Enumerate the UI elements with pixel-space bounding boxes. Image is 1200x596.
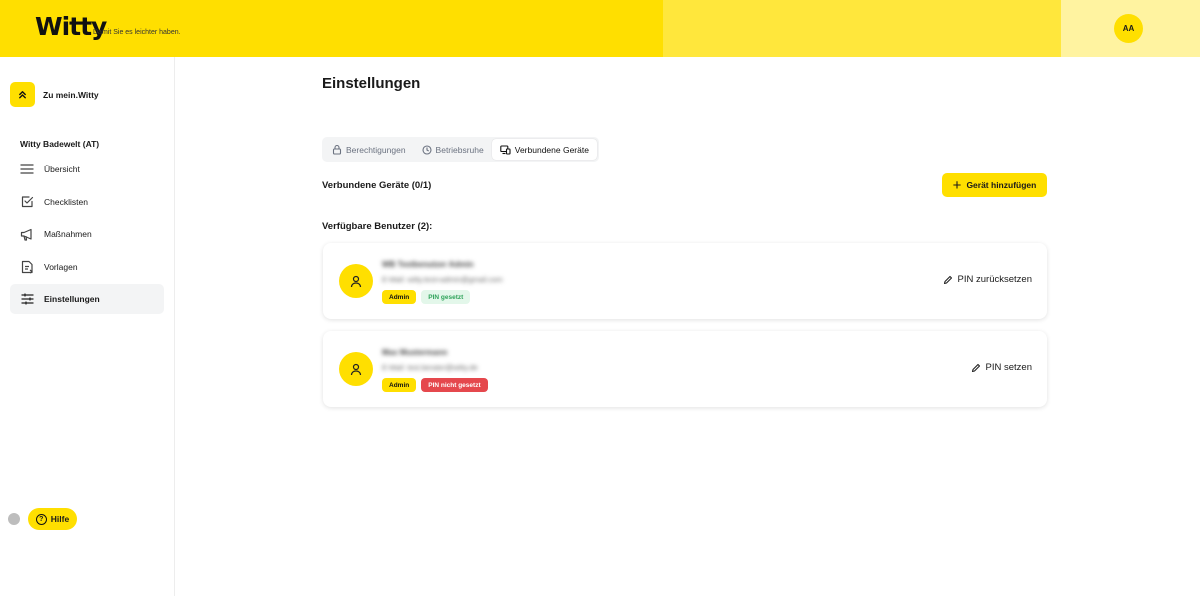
add-device-label: Gerät hinzufügen bbox=[966, 180, 1037, 190]
user-badges: Admin PIN gesetzt bbox=[382, 290, 475, 304]
help-label: Hilfe bbox=[50, 514, 70, 524]
user-name: Max Mustermann bbox=[382, 348, 448, 357]
pencil-icon bbox=[943, 275, 952, 284]
sidebar-item-uebersicht[interactable]: Übersicht bbox=[10, 154, 164, 184]
tab-label: Betriebsruhe bbox=[435, 144, 484, 155]
sidebar-item-label: Übersicht bbox=[44, 164, 80, 174]
sidebar-item-label: Einstellungen bbox=[44, 294, 100, 304]
connected-devices-title: Verbundene Geräte (0/1) bbox=[322, 180, 432, 191]
pencil-icon bbox=[971, 363, 980, 372]
tab-verbundene-geraete[interactable]: Verbundene Geräte bbox=[491, 139, 597, 160]
megaphone-icon bbox=[20, 227, 34, 241]
plus-icon: + bbox=[952, 176, 962, 194]
pin-status-badge: PIN gesetzt bbox=[421, 290, 471, 304]
reset-pin-button[interactable]: PIN zurücksetzen bbox=[943, 274, 1032, 285]
sidebar-item-checklisten[interactable]: Checklisten bbox=[10, 187, 164, 217]
user-name: WB Testbenutzer Admin bbox=[382, 260, 474, 269]
user-avatar-icon bbox=[339, 352, 373, 386]
user-email: E-Mail: test.berater@witty.de bbox=[382, 363, 478, 372]
tab-berechtigungen[interactable]: Berechtigungen bbox=[324, 139, 414, 160]
sidebar-item-label: Checklisten bbox=[44, 196, 88, 207]
action-label: PIN zurücksetzen bbox=[957, 274, 1032, 285]
tab-label: Berechtigungen bbox=[346, 144, 406, 155]
action-label: PIN setzen bbox=[985, 362, 1032, 373]
role-badge: Admin bbox=[382, 290, 417, 304]
template-icon bbox=[20, 260, 34, 274]
sidebar-item-label: Vorlagen bbox=[44, 261, 78, 272]
clock-icon bbox=[421, 144, 432, 155]
settings-gear-icon[interactable] bbox=[8, 513, 20, 525]
tab-betriebsruhe[interactable]: Betriebsruhe bbox=[414, 139, 492, 160]
pin-status-badge: PIN nicht gesetzt bbox=[421, 378, 488, 392]
chevrons-up-icon bbox=[10, 82, 35, 107]
sidebar-nav: Übersicht Checklisten Maßnahmen Vorlagen… bbox=[10, 154, 164, 317]
help-button[interactable]: ? Hilfe bbox=[28, 508, 77, 530]
sidebar-item-massnahmen[interactable]: Maßnahmen bbox=[10, 219, 164, 249]
sidebar-item-einstellungen[interactable]: Einstellungen bbox=[10, 284, 164, 314]
user-avatar-icon bbox=[339, 264, 373, 298]
user-card: Max Mustermann E-Mail: test.berater@witt… bbox=[323, 331, 1047, 407]
menu-icon bbox=[20, 162, 34, 176]
user-avatar[interactable]: AA bbox=[1114, 14, 1143, 43]
back-button-label: Zu mein.Witty bbox=[43, 89, 99, 100]
back-to-mein-witty-button[interactable]: Zu mein.Witty bbox=[10, 82, 99, 107]
user-email: E-Mail: witty.test+admin@gmail.com bbox=[382, 275, 503, 284]
organization-name: Witty Badewelt (AT) bbox=[20, 139, 100, 149]
sidebar-item-label: Maßnahmen bbox=[44, 229, 92, 239]
add-device-button[interactable]: + Gerät hinzufügen bbox=[942, 173, 1047, 197]
tagline: Damit Sie es leichter haben. bbox=[93, 29, 181, 36]
question-circle-icon: ? bbox=[35, 513, 47, 525]
witty-logo[interactable]: Witty bbox=[35, 12, 107, 41]
page-title: Einstellungen bbox=[322, 75, 421, 92]
header-mid-section bbox=[663, 0, 1061, 57]
sliders-icon bbox=[20, 292, 34, 306]
user-badges: Admin PIN nicht gesetzt bbox=[382, 378, 493, 392]
devices-icon bbox=[500, 144, 511, 155]
available-users-title: Verfügbare Benutzer (2): bbox=[322, 221, 433, 232]
sidebar: Zu mein.Witty Witty Badewelt (AT) Übersi… bbox=[0, 57, 175, 596]
tab-label: Verbundene Geräte bbox=[514, 144, 589, 155]
lock-icon bbox=[332, 144, 342, 155]
user-card: WB Testbenutzer Admin E-Mail: witty.test… bbox=[323, 243, 1047, 319]
checkbox-icon bbox=[20, 195, 34, 209]
sidebar-item-vorlagen[interactable]: Vorlagen bbox=[10, 252, 164, 282]
settings-tabs: Berechtigungen Betriebsruhe Verbundene G… bbox=[322, 137, 599, 162]
set-pin-button[interactable]: PIN setzen bbox=[971, 362, 1032, 373]
role-badge: Admin bbox=[382, 378, 417, 392]
